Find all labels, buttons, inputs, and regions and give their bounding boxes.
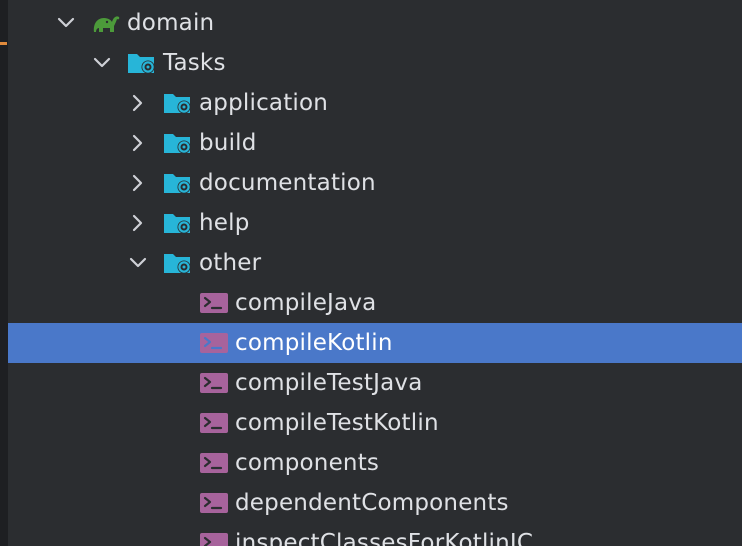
tree-node-label: dependentComponents xyxy=(235,490,509,516)
gutter-marker xyxy=(0,42,7,45)
task-folder-icon xyxy=(163,249,193,277)
chevron-down-icon[interactable] xyxy=(127,252,149,274)
gradle-tool-window: domain Tasks application build documenta… xyxy=(0,0,742,546)
tree-node-project[interactable]: domain xyxy=(8,3,742,43)
tree-node-label: Tasks xyxy=(163,50,226,76)
tree-node-task[interactable]: components xyxy=(8,443,742,483)
task-terminal-icon xyxy=(199,289,229,317)
tree-node-label: compileTestKotlin xyxy=(235,410,439,436)
gradle-elephant-icon xyxy=(91,9,121,37)
tree-node-task[interactable]: dependentComponents xyxy=(8,483,742,523)
chevron-right-icon[interactable] xyxy=(127,132,149,154)
left-gutter xyxy=(0,0,8,546)
chevron-down-icon[interactable] xyxy=(55,12,77,34)
tree-node-label: build xyxy=(199,130,257,156)
tree-node-label: documentation xyxy=(199,170,376,196)
task-terminal-icon xyxy=(199,369,229,397)
tree-node-label: inspectClassesForKotlinIC xyxy=(235,530,534,546)
tree-node-label: other xyxy=(199,250,262,276)
tree-node-task[interactable]: compileTestKotlin xyxy=(8,403,742,443)
tree-node-label: compileJava xyxy=(235,290,377,316)
chevron-right-icon[interactable] xyxy=(127,92,149,114)
tree-node-label: components xyxy=(235,450,380,476)
tree-node-label: application xyxy=(199,90,329,116)
chevron-down-icon[interactable] xyxy=(91,52,113,74)
tree-node-task[interactable]: compileJava xyxy=(8,283,742,323)
tree-node-task-group[interactable]: build xyxy=(8,123,742,163)
tree-node-task-group[interactable]: documentation xyxy=(8,163,742,203)
chevron-right-icon[interactable] xyxy=(127,212,149,234)
tree-node-tasks[interactable]: Tasks xyxy=(8,43,742,83)
task-terminal-icon xyxy=(199,329,229,357)
tree-node-task-group[interactable]: application xyxy=(8,83,742,123)
task-folder-icon xyxy=(163,129,193,157)
task-terminal-icon xyxy=(199,529,229,546)
tree-node-task-selected[interactable]: compileKotlin xyxy=(8,323,742,363)
tree-node-task-group[interactable]: help xyxy=(8,203,742,243)
task-terminal-icon xyxy=(199,489,229,517)
task-folder-icon xyxy=(163,169,193,197)
tree-node-label: domain xyxy=(127,10,215,36)
task-folder-icon xyxy=(163,89,193,117)
tree-node-label: compileKotlin xyxy=(235,330,393,356)
tree-node-task[interactable]: inspectClassesForKotlinIC xyxy=(8,523,742,546)
tree-node-label: compileTestJava xyxy=(235,370,423,396)
task-terminal-icon xyxy=(199,409,229,437)
tree-node-label: help xyxy=(199,210,250,236)
task-terminal-icon xyxy=(199,449,229,477)
tree-node-task[interactable]: compileTestJava xyxy=(8,363,742,403)
task-folder-icon xyxy=(127,49,157,77)
chevron-right-icon[interactable] xyxy=(127,172,149,194)
task-folder-icon xyxy=(163,209,193,237)
tree-node-task-group[interactable]: other xyxy=(8,243,742,283)
